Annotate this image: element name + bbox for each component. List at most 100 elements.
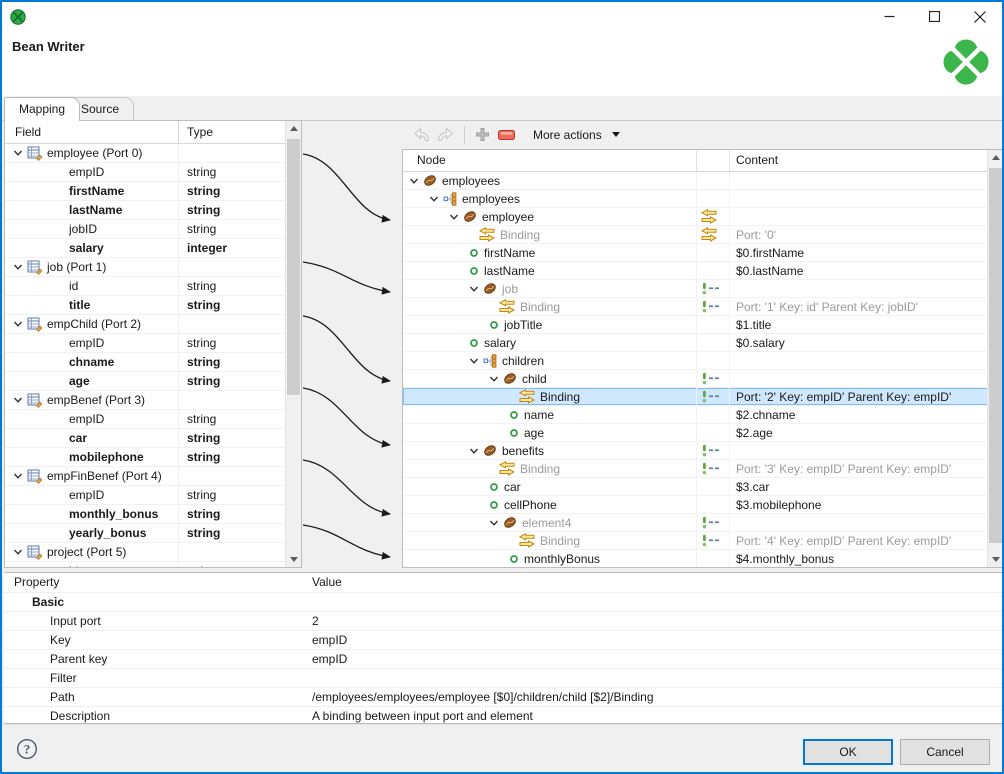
redo-icon[interactable] — [434, 124, 456, 146]
minimize-button[interactable] — [867, 2, 912, 31]
left-field-row[interactable]: empIDstring — [5, 486, 301, 505]
tree-row[interactable]: benefits — [403, 442, 1003, 460]
type-cell: string — [179, 336, 301, 350]
tree-row[interactable]: employee — [403, 208, 1003, 226]
node-label: employees — [442, 174, 500, 188]
property-label: Description — [4, 709, 302, 723]
property-row[interactable]: Input port2 — [4, 611, 1004, 630]
type-cell: string — [179, 355, 301, 369]
left-field-row[interactable]: mobilephonestring — [5, 448, 301, 467]
property-value: /employees/employees/employee [$0]/child… — [302, 690, 1004, 704]
left-table-scrollbar[interactable] — [285, 121, 301, 567]
tree-row[interactable]: cellPhone$3.mobilephone — [403, 496, 1003, 514]
tree-row[interactable]: BindingPort: '1' Key: id' Parent Key: jo… — [403, 298, 1003, 316]
tree-row[interactable]: BindingPort: '0' — [403, 226, 1003, 244]
left-field-row[interactable]: monthly_bonusstring — [5, 505, 301, 524]
property-row[interactable]: KeyempID — [4, 630, 1004, 649]
scroll-down-icon[interactable] — [286, 552, 301, 567]
tree-row[interactable]: BindingPort: '2' Key: empID' Parent Key:… — [403, 388, 1003, 406]
maximize-button[interactable] — [912, 2, 957, 31]
property-row[interactable]: Parent keyempID — [4, 649, 1004, 668]
left-field-row[interactable]: empIDstring — [5, 410, 301, 429]
left-field-row[interactable]: jobIDstring — [5, 220, 301, 239]
type-cell: string — [179, 450, 301, 464]
tree-row[interactable]: jobTitle$1.title — [403, 316, 1003, 334]
left-field-row[interactable]: idstring — [5, 562, 301, 568]
property-row[interactable]: Basic — [4, 592, 1004, 611]
tree-row[interactable]: employees — [403, 190, 1003, 208]
tree-row[interactable]: element4 — [403, 514, 1003, 532]
chevron-down-icon — [13, 148, 23, 158]
tree-row[interactable]: firstName$0.firstName — [403, 244, 1003, 262]
tree-row[interactable]: salary$0.salary — [403, 334, 1003, 352]
property-value: 2 — [302, 614, 1004, 628]
type-cell: string — [179, 431, 301, 445]
left-field-row[interactable]: firstNamestring — [5, 182, 301, 201]
tree-row[interactable]: BindingPort: '3' Key: empID' Parent Key:… — [403, 460, 1003, 478]
tree-row[interactable]: employees — [403, 172, 1003, 190]
left-field-row[interactable]: titlestring — [5, 296, 301, 315]
tab-mapping[interactable]: Mapping — [4, 97, 80, 121]
content-cell: $3.car — [730, 480, 1003, 494]
tree-row[interactable]: monthlyBonus$4.monthly_bonus — [403, 550, 1003, 568]
scroll-up-icon[interactable] — [286, 121, 301, 136]
left-port-row[interactable]: project (Port 5) — [5, 543, 301, 562]
left-field-row[interactable]: idstring — [5, 277, 301, 296]
left-port-row[interactable]: empChild (Port 2) — [5, 315, 301, 334]
left-field-row[interactable]: lastNamestring — [5, 201, 301, 220]
property-row[interactable]: Path/employees/employees/employee [$0]/c… — [4, 687, 1004, 706]
property-row[interactable]: DescriptionA binding between input port … — [4, 706, 1004, 724]
tree-row[interactable]: car$3.car — [403, 478, 1003, 496]
left-field-row[interactable]: empIDstring — [5, 334, 301, 353]
remove-element-icon[interactable] — [495, 124, 517, 146]
left-port-row[interactable]: empBenef (Port 3) — [5, 391, 301, 410]
scrollbar-thumb[interactable] — [287, 139, 300, 395]
node-label: firstName — [484, 246, 535, 260]
help-icon[interactable]: ? — [16, 738, 38, 760]
tree-row[interactable]: children — [403, 352, 1003, 370]
content-cell: $2.age — [730, 426, 1003, 440]
node-label: employee — [482, 210, 534, 224]
leaf-icon — [489, 482, 499, 492]
type-cell: string — [179, 279, 301, 293]
tree-row[interactable]: BindingPort: '4' Key: empID' Parent Key:… — [403, 532, 1003, 550]
title-bar[interactable] — [2, 2, 1002, 32]
record-port-icon — [27, 146, 43, 161]
left-field-row[interactable]: carstring — [5, 429, 301, 448]
left-field-row[interactable]: salaryinteger — [5, 239, 301, 258]
binding-icon — [499, 461, 515, 476]
record-port-icon — [27, 393, 43, 408]
node-cell: children — [403, 352, 697, 369]
tree-scrollbar[interactable] — [987, 150, 1003, 567]
field-label: yearly_bonus — [69, 526, 146, 540]
ref-icon — [701, 390, 721, 403]
ok-button[interactable]: OK — [803, 739, 893, 765]
property-row[interactable]: Filter — [4, 668, 1004, 687]
mapping-status-cell — [697, 280, 730, 297]
close-button[interactable] — [957, 2, 1002, 31]
node-column-header: Node — [403, 150, 697, 171]
scroll-down-icon[interactable] — [988, 552, 1003, 567]
scrollbar-thumb[interactable] — [989, 168, 1002, 543]
left-port-row[interactable]: job (Port 1) — [5, 258, 301, 277]
left-field-row[interactable]: yearly_bonusstring — [5, 524, 301, 543]
scroll-up-icon[interactable] — [988, 150, 1003, 165]
left-field-row[interactable]: chnamestring — [5, 353, 301, 372]
cancel-button[interactable]: Cancel — [900, 739, 990, 765]
leaf-icon — [509, 428, 519, 438]
tree-row[interactable]: job — [403, 280, 1003, 298]
add-element-icon[interactable] — [471, 124, 493, 146]
toolbar-separator — [464, 126, 465, 144]
bean-icon — [503, 372, 517, 385]
left-field-row[interactable]: empIDstring — [5, 163, 301, 182]
tree-row[interactable]: name$2.chname — [403, 406, 1003, 424]
tree-row[interactable]: child — [403, 370, 1003, 388]
tree-row[interactable]: lastName$0.lastName — [403, 262, 1003, 280]
left-field-row[interactable]: agestring — [5, 372, 301, 391]
mapping-status-cell — [697, 370, 730, 387]
tree-row[interactable]: age$2.age — [403, 424, 1003, 442]
left-port-row[interactable]: employee (Port 0) — [5, 144, 301, 163]
more-actions-button[interactable]: More actions — [527, 126, 626, 144]
undo-icon[interactable] — [410, 124, 432, 146]
left-port-row[interactable]: empFinBenef (Port 4) — [5, 467, 301, 486]
